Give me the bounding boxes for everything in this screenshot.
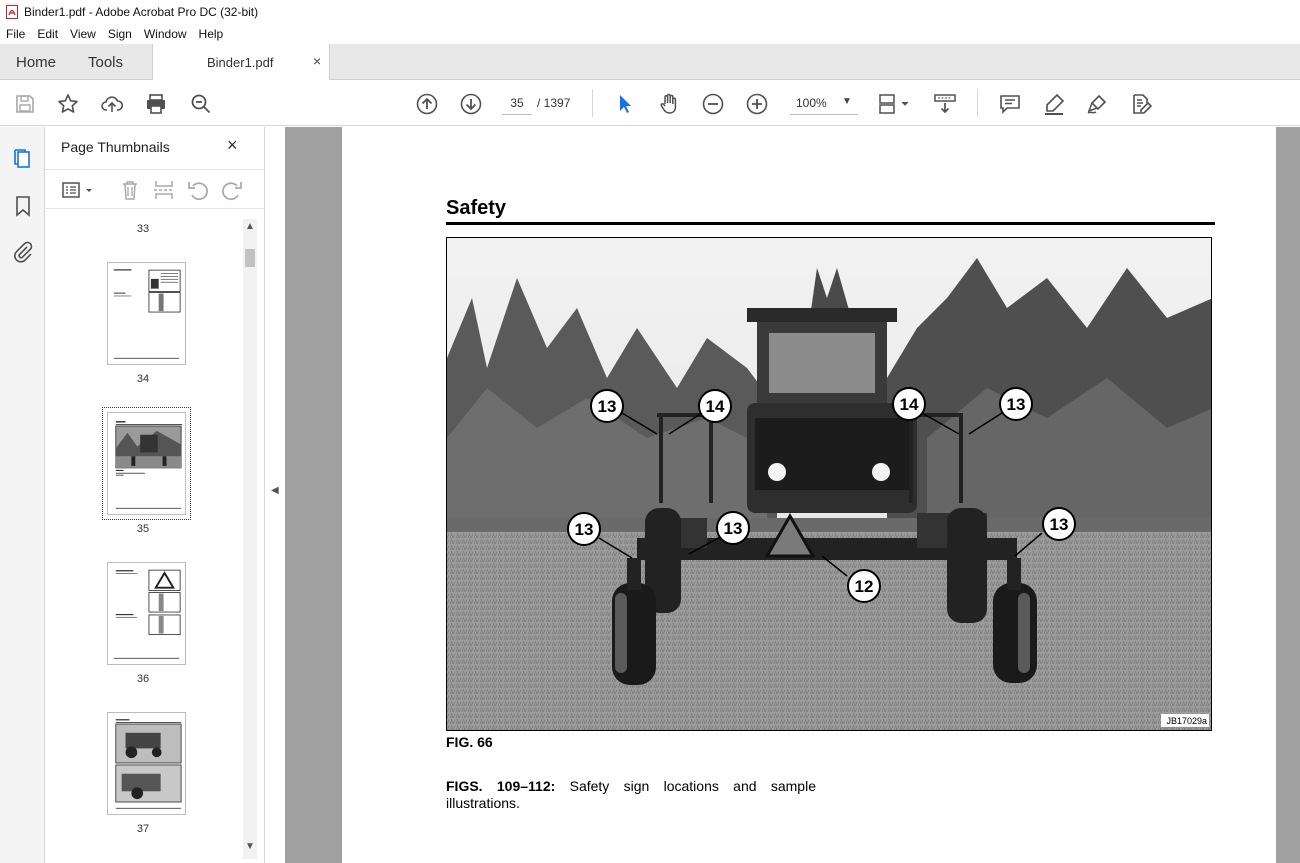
callout-label: 13 xyxy=(598,397,617,416)
rotate-counterclockwise-icon[interactable] xyxy=(186,178,210,202)
zoom-level-dropdown[interactable]: 100% ▼ xyxy=(790,91,858,115)
split-page-icon[interactable] xyxy=(152,178,176,202)
delete-page-icon[interactable] xyxy=(118,178,142,202)
collapse-arrow-icon: ◀ xyxy=(271,485,279,496)
image-code: JB17029a xyxy=(1166,716,1207,726)
thumbnail-page-number: 33 xyxy=(136,223,150,235)
panel-toolbar xyxy=(45,169,265,209)
print-icon[interactable] xyxy=(144,92,168,116)
scroll-up-icon[interactable]: ▲ xyxy=(245,221,255,232)
next-page-icon[interactable] xyxy=(459,92,483,116)
callout-label: 12 xyxy=(855,577,874,596)
page-thumbnails-icon[interactable] xyxy=(11,147,35,171)
toolbar-divider xyxy=(977,89,978,117)
machine-photo: 13 14 14 13 13 13 13 12 JB17029a xyxy=(446,237,1212,731)
thumbnail-page-number: 36 xyxy=(136,673,150,685)
tab-home[interactable]: Home xyxy=(16,54,56,71)
callout-label: 13 xyxy=(575,520,594,539)
panel-collapse-handle[interactable]: ◀ xyxy=(266,127,285,863)
menu-sign[interactable]: Sign xyxy=(108,27,132,41)
page-fit-icon[interactable] xyxy=(876,92,912,116)
save-icon[interactable] xyxy=(13,92,37,116)
heading-rule xyxy=(446,222,1215,225)
edit-pdf-icon[interactable] xyxy=(1129,92,1153,116)
figure-label: FIG. 66 xyxy=(446,734,493,750)
pdf-page: Safety 13 14 14 13 13 13 13 12 JB17029a … xyxy=(342,127,1276,863)
acrobat-icon xyxy=(6,5,18,19)
zoom-in-icon[interactable] xyxy=(745,92,769,116)
thumbnail-page-36[interactable] xyxy=(107,562,186,665)
document-view[interactable]: Safety 13 14 14 13 13 13 13 12 JB17029a … xyxy=(285,127,1300,863)
chevron-down-icon: ▼ xyxy=(842,96,852,107)
scroll-mode-icon[interactable] xyxy=(933,92,957,116)
menu-view[interactable]: View xyxy=(70,27,96,41)
callout-label: 14 xyxy=(706,397,725,416)
callout-label: 13 xyxy=(724,519,743,538)
toolbar: / 1397 100% ▼ xyxy=(0,80,1300,126)
thumbnail-page-34[interactable] xyxy=(107,262,186,365)
page-total: / 1397 xyxy=(537,96,571,110)
zoom-level-value: 100% xyxy=(796,96,827,110)
tab-bar: Home Tools Binder1.pdf × xyxy=(0,44,1300,81)
left-navigation-rail xyxy=(0,127,45,863)
tab-tools[interactable]: Tools xyxy=(88,54,123,71)
close-tab-icon[interactable]: × xyxy=(313,53,321,69)
rotate-clockwise-icon[interactable] xyxy=(220,178,244,202)
callout-label: 13 xyxy=(1007,395,1026,414)
select-cursor-icon[interactable] xyxy=(613,92,637,116)
caption-bold: FIGS. 109–112: xyxy=(446,778,556,794)
tab-document[interactable]: Binder1.pdf × xyxy=(152,44,330,81)
figure-caption: FIGS. 109–112: Safety sign locations and… xyxy=(446,778,816,812)
menu-file[interactable]: File xyxy=(6,27,25,41)
thumbnail-options-menu-icon[interactable] xyxy=(61,178,95,202)
upload-cloud-icon[interactable] xyxy=(100,92,124,116)
bookmarks-icon[interactable] xyxy=(11,194,35,218)
toolbar-divider xyxy=(592,89,593,117)
attachments-paperclip-icon[interactable] xyxy=(11,240,35,264)
page-heading: Safety xyxy=(446,197,507,219)
thumbnail-list: 33 34 35 36 37 xyxy=(45,219,241,859)
page-number-input[interactable] xyxy=(502,91,532,115)
thumbnail-page-35[interactable] xyxy=(102,407,191,520)
title-bar: Binder1.pdf - Adobe Acrobat Pro DC (32-b… xyxy=(0,0,1300,24)
scroll-down-icon[interactable]: ▼ xyxy=(245,841,255,852)
window-title: Binder1.pdf - Adobe Acrobat Pro DC (32-b… xyxy=(24,5,259,19)
comment-icon[interactable] xyxy=(998,92,1022,116)
document-tab-label: Binder1.pdf xyxy=(207,55,274,70)
thumbnail-page-37[interactable] xyxy=(107,712,186,815)
previous-page-icon[interactable] xyxy=(415,92,439,116)
bookmark-star-icon[interactable] xyxy=(56,92,80,116)
close-panel-icon[interactable]: × xyxy=(227,135,238,156)
thumbnail-page-number: 35 xyxy=(136,523,150,535)
highlight-pen-icon[interactable] xyxy=(1042,92,1066,116)
zoom-search-icon[interactable] xyxy=(189,92,213,116)
callout-label: 14 xyxy=(900,395,919,414)
scrollbar-thumb[interactable] xyxy=(245,249,255,267)
thumbnail-page-number: 37 xyxy=(136,823,150,835)
panel-title: Page Thumbnails xyxy=(61,139,170,155)
menu-edit[interactable]: Edit xyxy=(37,27,58,41)
thumbnail-page-number: 34 xyxy=(136,373,150,385)
menu-bar: File Edit View Sign Window Help xyxy=(0,24,1300,44)
menu-help[interactable]: Help xyxy=(199,27,224,41)
menu-window[interactable]: Window xyxy=(144,27,187,41)
thumbnail-scrollbar[interactable]: ▲ ▼ xyxy=(243,219,257,859)
hand-tool-icon[interactable] xyxy=(657,92,681,116)
sign-pen-icon[interactable] xyxy=(1085,92,1109,116)
zoom-out-icon[interactable] xyxy=(701,92,725,116)
callout-label: 13 xyxy=(1050,515,1069,534)
page-thumbnails-panel: Page Thumbnails × 33 34 35 36 37 ▲ ▼ xyxy=(45,127,265,863)
